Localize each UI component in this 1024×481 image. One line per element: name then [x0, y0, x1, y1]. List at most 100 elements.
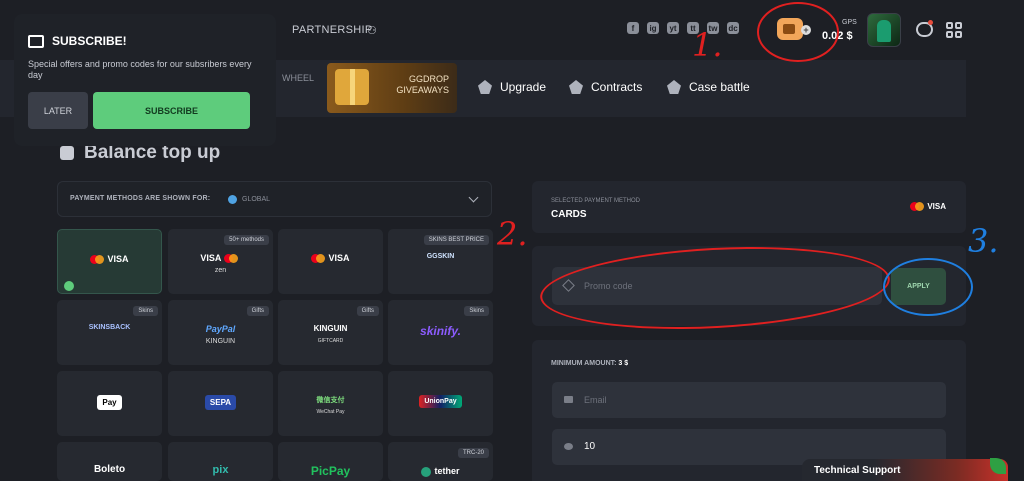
email-field[interactable]: Email [552, 382, 946, 418]
tile-logo: PayPal [205, 324, 236, 334]
chevron-down-icon [468, 192, 479, 203]
tile-logo: skinify. [420, 324, 461, 338]
promo-placeholder: Promo code [584, 281, 633, 291]
tile-logo: tether [434, 466, 460, 476]
twitter-icon[interactable]: tw [707, 22, 719, 34]
later-button[interactable]: LATER [28, 92, 88, 129]
annotation-number-3: 3. [968, 222, 999, 260]
gift-icon [335, 69, 369, 105]
tile-sub-logo: GIFTCARD [317, 338, 344, 344]
popup-description: Special offers and promo codes for our s… [28, 59, 252, 80]
avatar[interactable] [867, 13, 901, 47]
promo-code-input[interactable]: Promo code [552, 267, 882, 305]
facebook-icon[interactable]: f [627, 22, 639, 34]
selected-method-label: SELECTED PAYMENT METHOD [551, 198, 641, 204]
payment-method-wechat-pay[interactable]: 微信支付 WeChat Pay [278, 371, 383, 436]
tile-sub-logo: KINGUIN [205, 338, 236, 345]
apply-promo-button[interactable]: APPLY [891, 268, 946, 305]
payment-method-kinguin[interactable]: Gifts KINGUIN GIFTCARD [278, 300, 383, 365]
coins-icon [564, 443, 573, 450]
ticket-icon [562, 279, 575, 292]
leaf-icon [990, 458, 1006, 474]
nav-upgrade-label: Upgrade [500, 80, 547, 94]
payment-method-apple-pay[interactable]: Pay [57, 371, 162, 436]
tile-logo: VISA [328, 253, 350, 263]
payment-method-skinify[interactable]: Skins skinify. [388, 300, 493, 365]
upgrade-icon [478, 80, 492, 94]
tile-tag: Gifts [356, 306, 379, 316]
nav-partnership-link[interactable]: PARTNERSHIP [292, 24, 373, 36]
annotation-number-2: 2. [497, 215, 528, 253]
check-icon [64, 281, 74, 291]
tile-tag: SKINS BEST PRICE [423, 235, 489, 245]
tile-logo: pix [212, 464, 229, 476]
currency-label: GPS [842, 19, 857, 26]
selected-payment-method: SELECTED PAYMENT METHOD CARDS VISA [532, 181, 966, 233]
wallet-topup-button[interactable] [777, 18, 803, 40]
tile-tag: Skins [133, 306, 158, 316]
globe-icon [228, 195, 237, 204]
tile-sub-logo: WeChat Pay [316, 409, 345, 415]
minimum-amount-value: 3 $ [618, 360, 629, 367]
partnership-icon: ⚇ [367, 25, 378, 37]
selected-method-value: CARDS [551, 209, 587, 220]
mastercard-icon [90, 255, 105, 265]
payment-method-boleto[interactable]: Boleto [57, 442, 162, 481]
payment-method-unionpay[interactable]: UnionPay [388, 371, 493, 436]
payment-method-visa-selected[interactable]: VISA [57, 229, 162, 294]
tile-logo: VISA [107, 254, 129, 264]
balance-value: 0.02 $ [822, 30, 853, 42]
ggdrop-giveaways-banner[interactable]: GGDROP GIVEAWAYS [327, 63, 457, 113]
ggdrop-label: GGDROP [408, 74, 449, 84]
apple-pay-logo: Pay [97, 395, 122, 410]
region-value: GLOBAL [242, 196, 271, 203]
youtube-icon[interactable]: yt [667, 22, 679, 34]
popup-title: SUBSCRIBE! [52, 34, 127, 48]
tiktok-icon[interactable]: tt [687, 22, 699, 34]
tile-sub-logo: zen [214, 267, 227, 274]
tile-tag: TRC-20 [457, 448, 489, 458]
mastercard-icon [223, 254, 238, 264]
discord-icon[interactable]: dc [727, 22, 739, 34]
instagram-icon[interactable]: ig [647, 22, 659, 34]
nav-case-battle-label: Case battle [689, 80, 750, 94]
payment-region-dropdown[interactable]: PAYMENT METHODS ARE SHOWN FOR: GLOBAL [57, 181, 492, 217]
payment-method-pix[interactable]: pix [168, 442, 273, 481]
tile-logo: Boleto [93, 464, 126, 475]
nav-upgrade[interactable]: Upgrade [478, 80, 546, 94]
wheel-link[interactable]: WHEEL [276, 63, 323, 113]
payment-method-zen[interactable]: 50+ methods VISA zen [168, 229, 273, 294]
subscribe-button[interactable]: SUBSCRIBE [93, 92, 250, 129]
payment-method-visa[interactable]: VISA [278, 229, 383, 294]
payment-method-sepa[interactable]: SEPA [168, 371, 273, 436]
payment-method-paypal[interactable]: Gifts PayPal KINGUIN [168, 300, 273, 365]
payment-method-tether[interactable]: TRC-20 tether [388, 442, 493, 481]
tile-logo: PicPay [310, 464, 351, 478]
tile-logo: 微信支付 [316, 397, 345, 404]
nav-contracts-label: Contracts [591, 80, 643, 94]
menu-grid-icon[interactable] [946, 22, 962, 38]
sepa-logo: SEPA [204, 395, 237, 410]
nav-case-battle[interactable]: Case battle [667, 80, 750, 94]
selected-method-brand: VISA [927, 202, 946, 211]
case-battle-icon [667, 80, 681, 94]
tile-logo: SKINSBACK [88, 324, 131, 331]
payment-method-picpay[interactable]: PicPay [278, 442, 383, 481]
email-placeholder: Email [584, 395, 607, 405]
plus-icon[interactable]: + [801, 25, 811, 35]
tile-logo: VISA [200, 253, 222, 263]
minimum-amount-label: MINIMUM AMOUNT: [551, 360, 617, 367]
payment-method-skinsback[interactable]: Skins SKINSBACK [57, 300, 162, 365]
unionpay-logo: UnionPay [419, 395, 462, 408]
payment-method-ggskin[interactable]: SKINS BEST PRICE GGSKIN [388, 229, 493, 294]
nav-contracts[interactable]: Contracts [569, 80, 642, 94]
tile-logo: KINGUIN [313, 324, 348, 333]
newsletter-icon [28, 34, 44, 48]
mail-icon [564, 396, 573, 403]
notification-dot [928, 20, 933, 25]
social-links: f ig yt tt tw dc [627, 22, 739, 34]
tile-logo: GGSKIN [426, 253, 455, 260]
tether-icon [421, 466, 432, 477]
subscribe-popup: SUBSCRIBE! Special offers and promo code… [14, 14, 276, 146]
technical-support-button[interactable]: Technical Support [802, 458, 1008, 481]
